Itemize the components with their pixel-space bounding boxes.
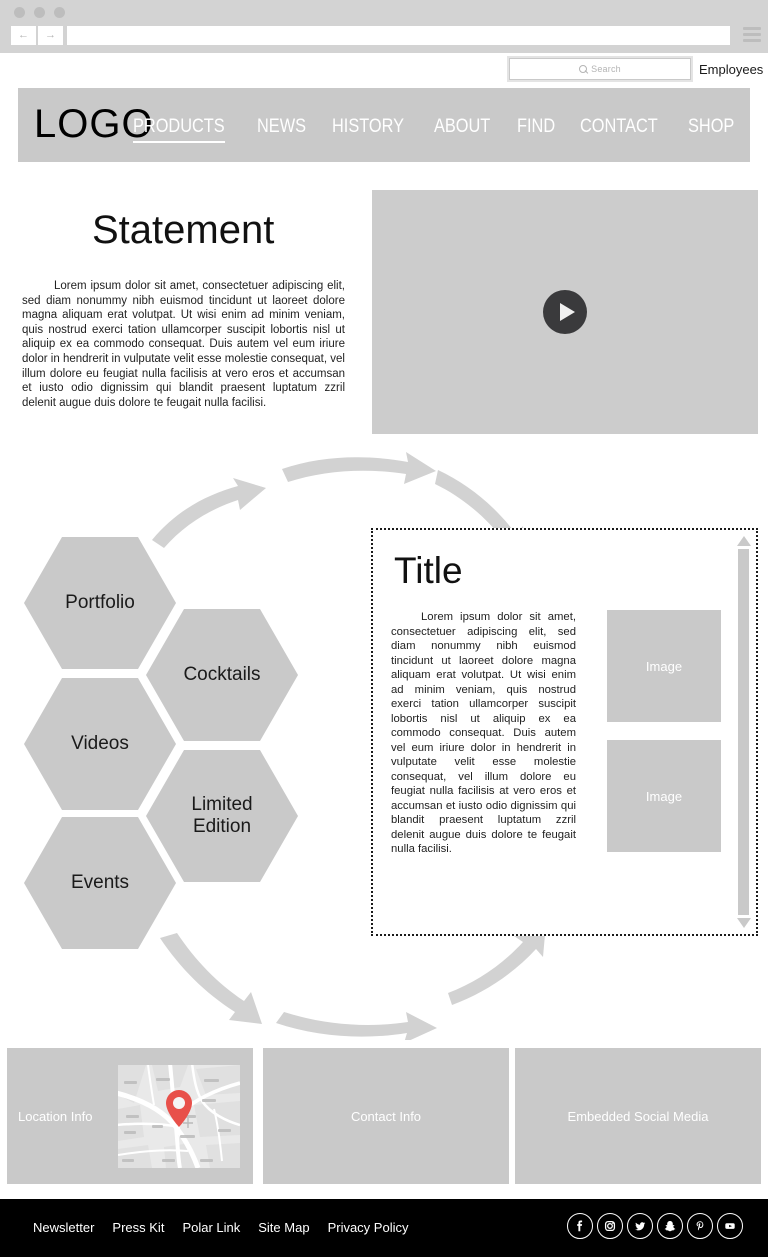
info-box-location-label: Location Info xyxy=(18,1108,93,1124)
content-panel: Title Lorem ipsum dolor sit amet, consec… xyxy=(371,528,758,936)
panel-body: Lorem ipsum dolor sit amet, consectetuer… xyxy=(391,611,576,855)
back-button[interactable]: ← xyxy=(11,26,36,45)
info-box-social-label: Embedded Social Media xyxy=(567,1108,709,1124)
hex-label-events: Events xyxy=(70,872,130,893)
info-box-contact-label: Contact Info xyxy=(350,1108,422,1124)
hex-label-videos: Videos xyxy=(71,733,129,754)
hex-label-portfolio: Portfolio xyxy=(65,592,135,613)
statement-title: Statement xyxy=(92,208,275,252)
snapchat-icon[interactable] xyxy=(657,1213,683,1239)
hex-videos[interactable]: Videos xyxy=(24,678,176,810)
footer-link-privacy-policy[interactable]: Privacy Policy xyxy=(328,1220,409,1235)
footer: Newsletter Press Kit Polar Link Site Map… xyxy=(0,1199,768,1257)
statement-body: Lorem ipsum dolor sit amet, consectetuer… xyxy=(22,280,345,409)
employees-link[interactable]: Employees xyxy=(699,62,763,77)
panel-scrollbar[interactable] xyxy=(736,536,751,928)
panel-image-one-label: Image xyxy=(645,658,683,674)
scrollbar-thumb[interactable] xyxy=(738,549,749,915)
facebook-icon[interactable] xyxy=(567,1213,593,1239)
footer-links: Newsletter Press Kit Polar Link Site Map… xyxy=(33,1220,408,1235)
hamburger-menu-icon[interactable] xyxy=(743,27,761,42)
info-boxes: Location Info Contact Info Embedded Soci… xyxy=(7,1048,761,1184)
forward-button[interactable]: → xyxy=(38,26,63,45)
map-thumbnail[interactable] xyxy=(118,1065,240,1168)
video-player[interactable] xyxy=(372,190,758,434)
social-icons xyxy=(567,1213,743,1239)
hex-portfolio[interactable]: Portfolio xyxy=(24,537,176,669)
play-button-icon[interactable] xyxy=(543,290,587,334)
footer-link-polar-link[interactable]: Polar Link xyxy=(182,1220,240,1235)
search-box[interactable]: Search xyxy=(509,58,691,80)
nav-item-products[interactable]: PRODUCTS xyxy=(132,116,225,143)
nav-item-about[interactable]: ABOUT xyxy=(434,116,490,141)
footer-link-site-map[interactable]: Site Map xyxy=(258,1220,309,1235)
window-dot-minimize[interactable] xyxy=(34,7,45,18)
youtube-icon[interactable] xyxy=(717,1213,743,1239)
hex-events[interactable]: Events xyxy=(24,817,176,949)
hex-label-limited-edition: Limited Edition xyxy=(191,794,253,837)
browser-chrome: ← → xyxy=(0,0,768,53)
window-controls xyxy=(14,7,65,18)
panel-image-two-label: Image xyxy=(645,788,683,804)
nav-item-find[interactable]: FIND xyxy=(517,116,555,141)
panel-title: Title xyxy=(394,550,463,591)
twitter-icon[interactable] xyxy=(627,1213,653,1239)
url-input[interactable] xyxy=(67,26,730,45)
info-box-location[interactable]: Location Info xyxy=(7,1048,253,1184)
hex-cocktails[interactable]: Cocktails xyxy=(146,609,298,741)
window-dot-maximize[interactable] xyxy=(54,7,65,18)
hexagon-menu: Portfolio Cocktails Videos Limited Editi… xyxy=(0,520,340,950)
instagram-icon[interactable] xyxy=(597,1213,623,1239)
wireframe-page: ← → Search Employees LOGO PRODUCTS NEWS … xyxy=(0,0,768,1257)
scroll-down-arrow-icon[interactable] xyxy=(736,918,751,928)
browser-nav-buttons: ← → xyxy=(11,26,63,45)
info-box-social-media[interactable]: Embedded Social Media xyxy=(515,1048,761,1184)
panel-image-two[interactable]: Image xyxy=(607,740,721,852)
hex-label-cocktails: Cocktails xyxy=(183,664,261,685)
info-box-contact[interactable]: Contact Info xyxy=(263,1048,509,1184)
scroll-up-arrow-icon[interactable] xyxy=(736,536,751,546)
nav-item-shop[interactable]: SHOP xyxy=(688,116,734,141)
window-dot-close[interactable] xyxy=(14,7,25,18)
search-input-placeholder[interactable]: Search xyxy=(591,64,621,74)
search-icon xyxy=(579,64,588,74)
nav-item-news[interactable]: NEWS xyxy=(257,116,306,141)
hex-limited-edition[interactable]: Limited Edition xyxy=(146,750,298,882)
nav-item-contact[interactable]: CONTACT xyxy=(580,116,658,141)
pinterest-icon[interactable] xyxy=(687,1213,713,1239)
site-header: LOGO PRODUCTS NEWS HISTORY ABOUT FIND CO… xyxy=(18,88,750,162)
panel-image-one[interactable]: Image xyxy=(607,610,721,722)
nav-item-history[interactable]: HISTORY xyxy=(332,116,404,141)
footer-link-press-kit[interactable]: Press Kit xyxy=(112,1220,164,1235)
main-navigation: PRODUCTS NEWS HISTORY ABOUT FIND CONTACT… xyxy=(132,116,742,143)
footer-link-newsletter[interactable]: Newsletter xyxy=(33,1220,94,1235)
